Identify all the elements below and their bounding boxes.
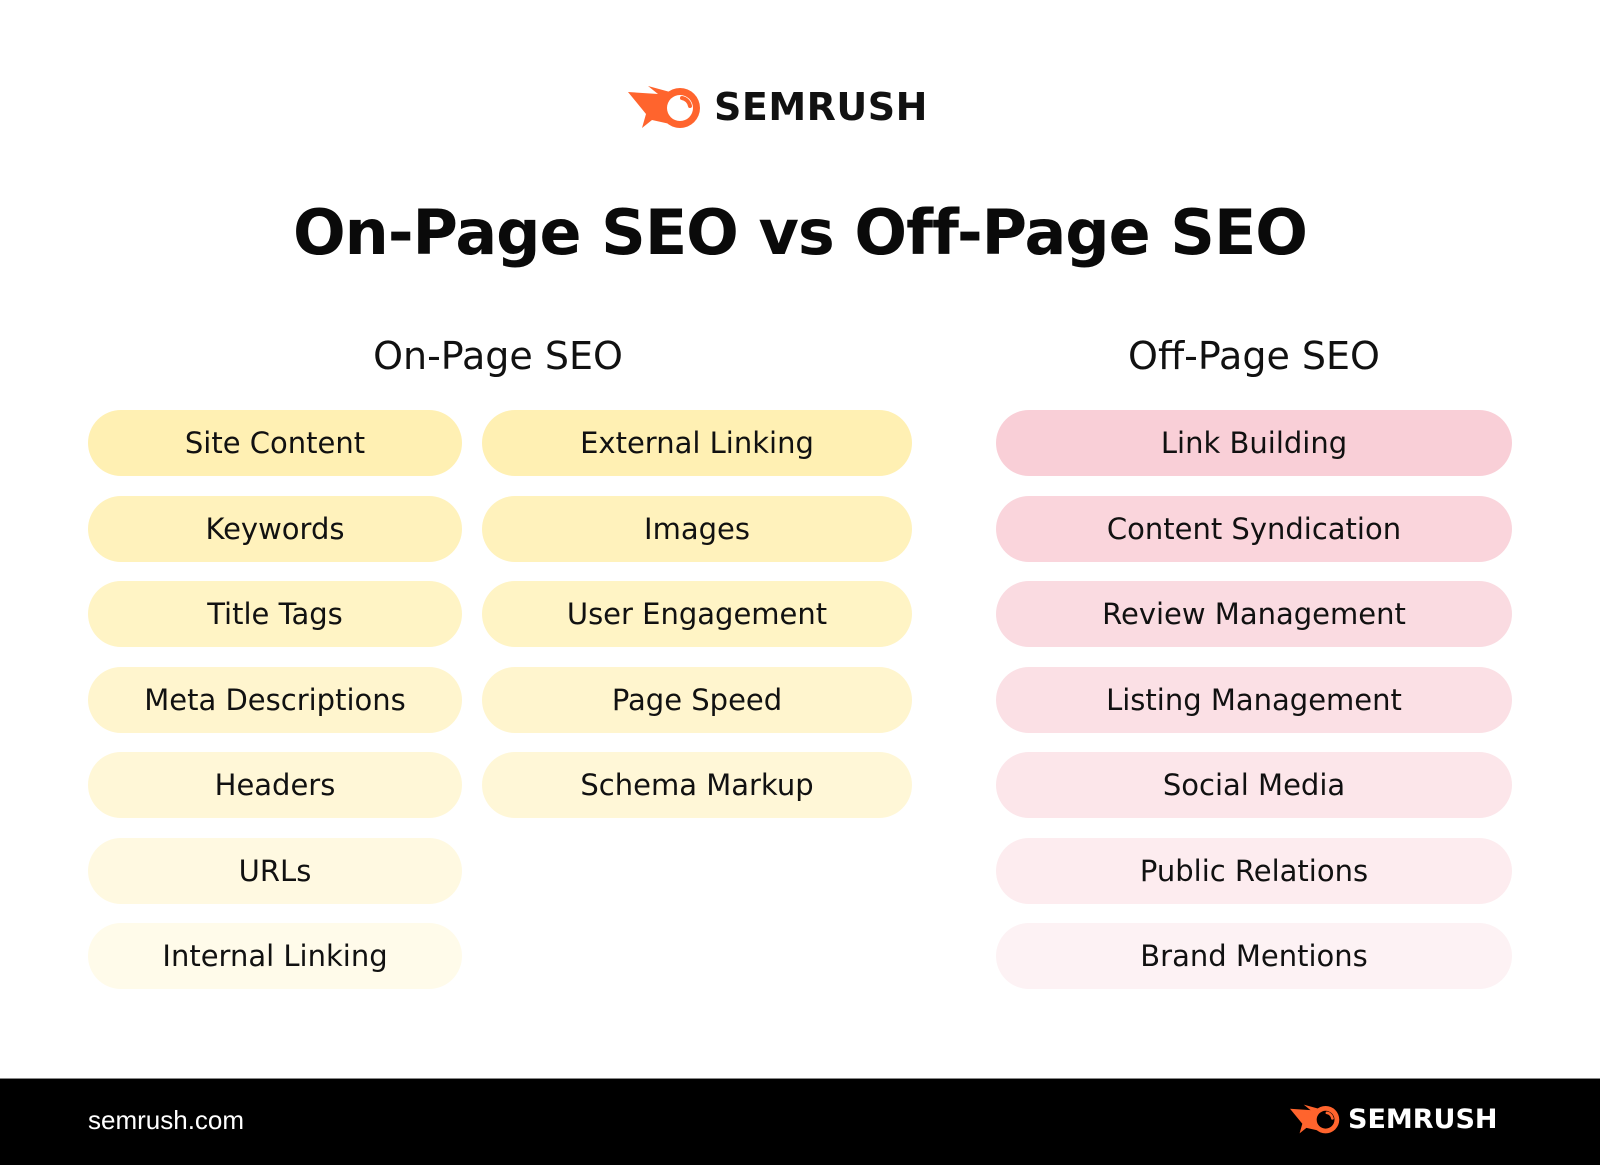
semrush-fireball-icon [1290,1104,1340,1134]
on-page-factor-pill: Images [482,495,912,562]
pill-label: Headers [214,768,336,802]
pill-label: User Engagement [566,597,828,631]
on-page-factor-pill: Page Speed [482,666,912,733]
on-page-factor-pill: URLs [88,837,462,904]
off-page-factor-pill: Listing Management [996,666,1512,733]
pill-label: Meta Descriptions [144,682,406,717]
pill-label: Internal Linking [162,939,388,973]
off-page-factor-pill: Social Media [996,752,1512,818]
on-page-factor-pill: Site Content [88,410,462,476]
off-page-factor-pill: Content Syndication [996,495,1512,562]
semrush-fireball-icon [628,86,700,128]
on-page-factor-pill: Headers [88,752,462,818]
off-page-factor-pill: Public Relations [996,837,1512,904]
off-page-factor-pill: Review Management [996,581,1512,647]
pill-label: Schema Markup [580,768,814,802]
on-page-factor-pill: External Linking [482,410,912,476]
pill-label: Social Media [1162,768,1346,802]
footer-semrush-logo: SEMRUSH [1290,1103,1498,1135]
pill-label: Keywords [205,511,345,546]
pill-label: Brand Mentions [1140,939,1368,973]
footer-url[interactable]: semrush.com [88,1105,244,1136]
off-page-factor-pill: Link Building [996,410,1512,476]
on-page-factor-pill: Meta Descriptions [88,666,462,733]
footer: semrush.com SEMRUSH [0,1078,1600,1165]
semrush-logo: SEMRUSH [628,84,928,130]
on-page-factor-pill: User Engagement [482,581,912,647]
on-page-factor-pill: Internal Linking [88,923,462,989]
on-page-factor-pill: Keywords [88,495,462,562]
pill-label: Site Content [184,426,366,460]
brand-wordmark: SEMRUSH [714,85,928,129]
on-page-factor-pill: Title Tags [88,581,462,647]
on-page-heading: On-Page SEO [373,334,623,378]
pill-label: URLs [238,853,312,888]
pill-label: Link Building [1160,426,1348,460]
page-title: On-Page SEO vs Off-Page SEO [292,196,1308,269]
pill-label: Listing Management [1106,682,1402,717]
off-page-factor-pill: Brand Mentions [996,923,1512,989]
pill-label: Page Speed [611,682,783,717]
off-page-heading: Off-Page SEO [1128,334,1380,378]
footer-brand-wordmark: SEMRUSH [1348,1103,1498,1135]
pill-label: Images [644,511,750,546]
pill-label: External Linking [580,426,814,460]
on-page-factor-pill: Schema Markup [482,752,912,818]
pill-label: Title Tags [207,597,343,631]
pill-label: Review Management [1102,597,1406,631]
pill-label: Content Syndication [1106,511,1402,546]
pill-label: Public Relations [1139,853,1369,888]
